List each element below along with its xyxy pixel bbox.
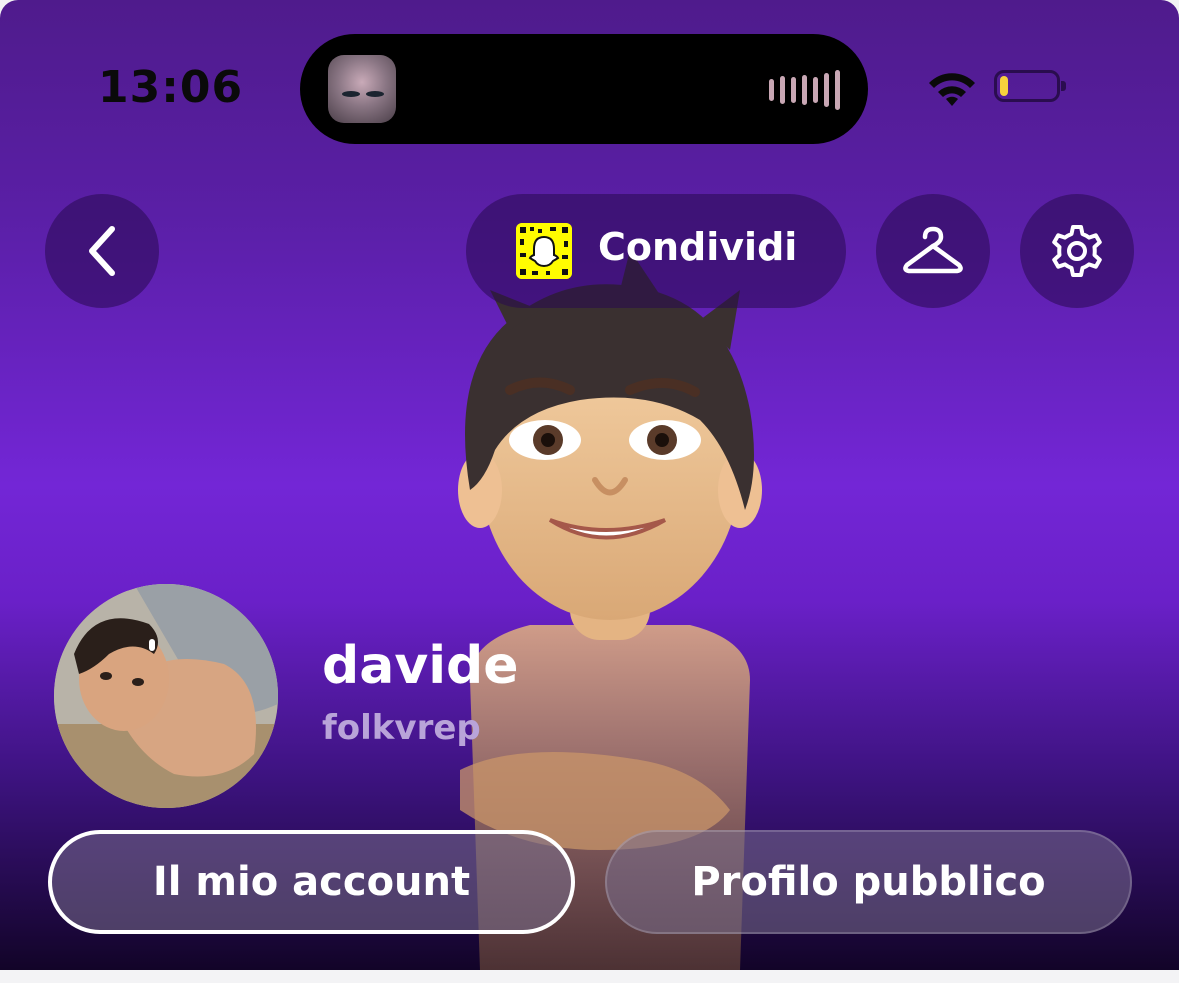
bottom-strip <box>0 970 1179 983</box>
snapcode-icon <box>516 223 572 279</box>
now-playing-thumbnail <box>328 55 396 123</box>
wifi-icon <box>929 73 975 106</box>
hanger-icon <box>903 226 963 274</box>
public-profile-button[interactable]: Profilo pubblico <box>605 830 1132 934</box>
battery-icon <box>994 70 1066 102</box>
outfit-button[interactable] <box>876 194 990 308</box>
audio-waveform-icon <box>769 70 840 110</box>
share-button[interactable]: Condividi <box>466 194 846 308</box>
profile-screen: 13:06 Condividi davide folkvrep Il mio a… <box>0 0 1179 970</box>
display-name: davide <box>322 636 519 696</box>
back-button[interactable] <box>45 194 159 308</box>
settings-button[interactable] <box>1020 194 1134 308</box>
username: folkvrep <box>322 708 481 748</box>
dynamic-island[interactable] <box>300 34 868 144</box>
my-account-button[interactable]: Il mio account <box>48 830 575 934</box>
share-label: Condividi <box>598 225 798 269</box>
battery-level <box>1000 76 1008 96</box>
gear-icon <box>1052 225 1102 277</box>
chevron-left-icon <box>89 226 115 276</box>
profile-photo[interactable] <box>54 584 278 808</box>
status-time: 13:06 <box>98 62 244 113</box>
